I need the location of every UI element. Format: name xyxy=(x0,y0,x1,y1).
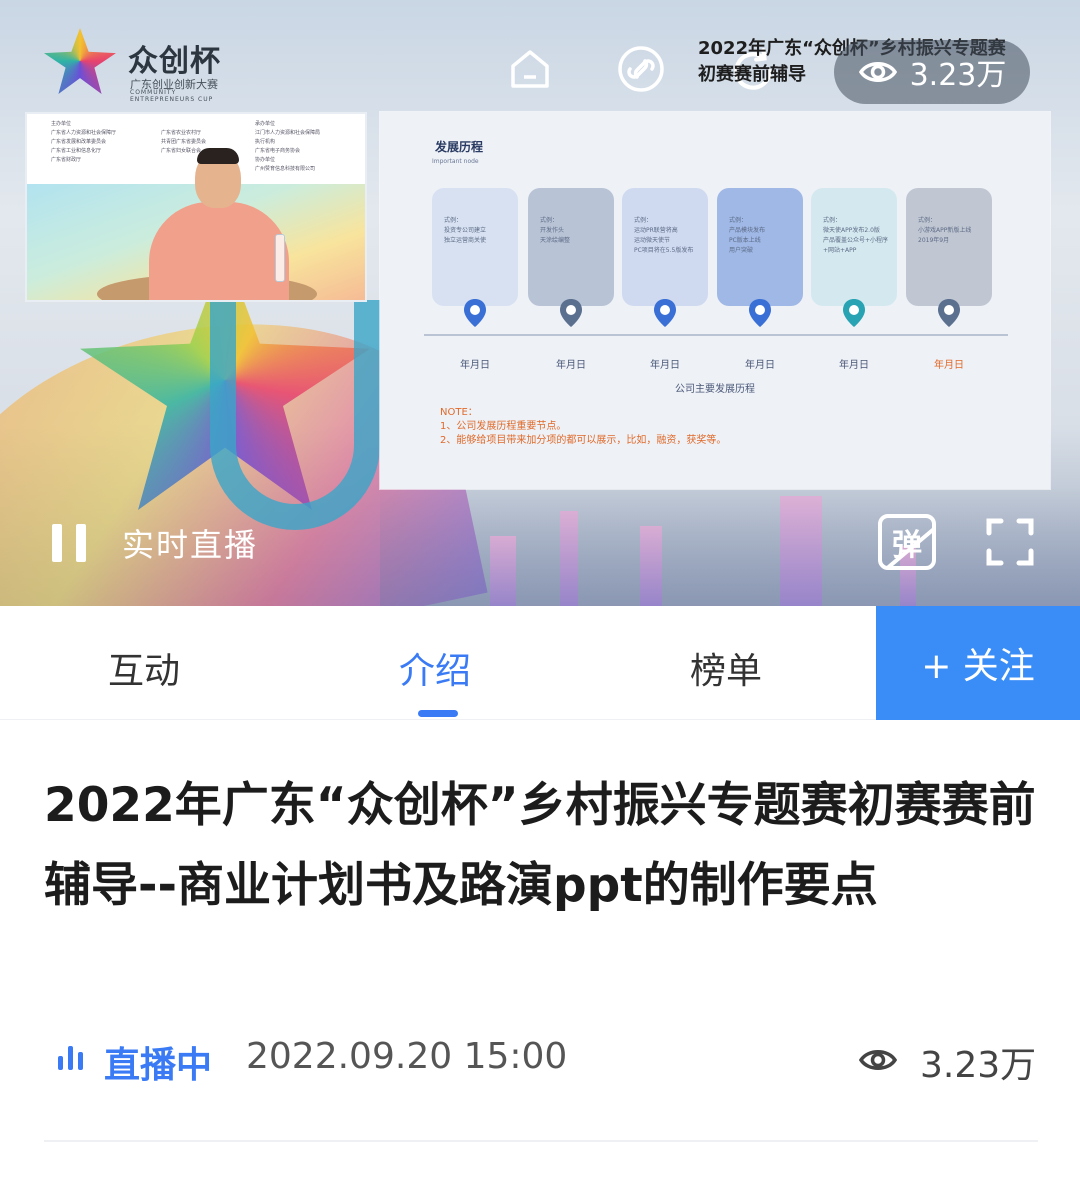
divider xyxy=(44,1140,1038,1142)
event-logo: 众创杯 广东创业创新大赛 COMMUNITY ENTREPRENEURS CUP xyxy=(40,22,240,103)
organizer-line: 共青团广东省委员会 xyxy=(161,139,207,145)
slide-title: 发展历程 xyxy=(435,140,484,154)
organizer-line: 广东省农业农村厅 xyxy=(161,130,202,136)
timeline-date: 年月日 xyxy=(650,360,680,371)
danmu-off-icon[interactable]: 弹 xyxy=(878,514,936,570)
location-pin-icon xyxy=(748,298,772,328)
location-pin-icon xyxy=(842,298,866,328)
timeline-card: 式例： 运动PR联营将高 运动微天使节 PC项目将在5.5版发布 xyxy=(622,188,708,306)
stream-meta: 直播中 2022.09.20 15:00 3.23万 xyxy=(48,1036,1038,1086)
note-line: 2、能够给项目带来加分项的都可以展示，比如，融资，获奖等。 xyxy=(440,435,727,446)
presentation-slide: 发展历程 Important node 式例： 投资专公司建立 独立运营商关使年月日… xyxy=(380,112,1050,489)
tab-ranking[interactable]: 榜单 xyxy=(690,642,762,694)
tab-bar: 互动 介绍 榜单 + 关注 xyxy=(0,606,1080,720)
timeline-date: 年月日 xyxy=(460,360,490,371)
timeline-card-text: 式例： 开发作头 天涂绘编整 xyxy=(540,217,571,244)
slide-subtitle: Important node xyxy=(432,158,479,165)
slide-caption: 公司主要发展历程 xyxy=(675,384,755,395)
organizer-column-1: 主办单位 广东省人力资源和社会保障厅 广东省发展和改革委员会 广东省工业和信息化… xyxy=(51,120,116,165)
location-pin-icon xyxy=(463,298,487,328)
organizer-column-3: 承办单位 江门市人力资源和社会保障局 执行机构 广东省电子商务协会 协办单位 广… xyxy=(255,120,320,174)
active-tab-indicator xyxy=(418,710,458,717)
timeline-date: 年月日 xyxy=(556,360,586,371)
start-time: 2022.09.20 15:00 xyxy=(246,1036,568,1077)
logo-name: 众创杯 xyxy=(128,44,221,79)
city-skyline xyxy=(380,486,1080,606)
organizer-heading: 执行机构 xyxy=(255,139,276,145)
live-status-label: 实时直播 xyxy=(122,526,259,564)
location-pin-icon xyxy=(559,298,583,328)
timeline-card: 式例： 产品模块发布 PC版本上线 用户突破 xyxy=(717,188,803,306)
organizer-line: 广东省人力资源和社会保障厅 xyxy=(51,130,117,136)
timeline-card-text: 式例： 小游戏APP新版上线 2019年9月 xyxy=(918,217,972,244)
video-player[interactable]: 众创杯 广东创业创新大赛 COMMUNITY ENTREPRENEURS CUP… xyxy=(0,0,1080,606)
fullscreen-icon[interactable] xyxy=(985,517,1035,567)
follow-button[interactable]: + 关注 xyxy=(876,606,1080,720)
live-status-badge: 直播中 xyxy=(104,1045,213,1086)
location-pin-icon xyxy=(937,298,961,328)
organizer-line: 广东省财政厅 xyxy=(51,157,82,163)
view-count: 3.23万 xyxy=(909,58,1007,93)
timeline-card-text: 式例： 产品模块发布 PC版本上线 用户突破 xyxy=(729,217,766,254)
slide-note: NOTE： 1、公司发展历程重要节点。 2、能够给项目带来加分项的都可以展示，比… xyxy=(440,406,726,448)
organizer-heading: 主办单位 xyxy=(51,121,72,127)
timeline-card: 式例： 小游戏APP新版上线 2019年9月 xyxy=(906,188,992,306)
organizer-line: 广东省发展和改革委员会 xyxy=(51,139,107,145)
organizer-line: 广东省工业和信息化厅 xyxy=(51,148,102,154)
skyline-tower xyxy=(560,511,578,606)
skyline-tower xyxy=(490,536,516,606)
home-icon[interactable] xyxy=(505,44,555,94)
pause-icon[interactable] xyxy=(50,524,88,562)
view-count-pill: 3.23万 xyxy=(834,40,1030,104)
timeline-card: 式例： 开发作头 天涂绘编整 xyxy=(528,188,614,306)
speaker-camera-inset: 主办单位 广东省人力资源和社会保障厅 广东省发展和改革委员会 广东省工业和信息化… xyxy=(25,112,367,302)
organizer-line: 广州赞育信息科技有限公司 xyxy=(255,166,316,172)
share-link-icon[interactable] xyxy=(616,44,666,94)
skyline-tower xyxy=(640,526,662,606)
speaker-hair xyxy=(197,148,239,164)
eye-icon xyxy=(858,1040,898,1080)
note-heading: NOTE： xyxy=(440,407,478,418)
organizer-heading: 承办单位 xyxy=(255,121,276,127)
timeline-card-text: 式例： 运动PR联营将高 运动微天使节 PC项目将在5.5版发布 xyxy=(634,217,694,254)
timeline-card-text: 式例： 投资专公司建立 独立运营商关使 xyxy=(444,217,487,244)
water-bottle xyxy=(275,234,285,282)
timeline-line xyxy=(424,334,1008,336)
timeline-card-text: 式例： 微天使APP发布2.0版 产品覆盖公众号+小程序+网站+APP xyxy=(823,217,889,254)
stream-title: 2022年广东“众创杯”乡村振兴专题赛初赛赛前辅导--商业计划书及路演ppt的制… xyxy=(44,778,1036,913)
logo-subtitle-en: COMMUNITY ENTREPRENEURS CUP xyxy=(130,89,214,103)
organizer-heading: 协办单位 xyxy=(255,157,276,163)
tab-interaction[interactable]: 互动 xyxy=(108,642,180,694)
eye-icon xyxy=(858,62,897,82)
tab-introduction[interactable]: 介绍 xyxy=(399,642,471,694)
background-u-graphic xyxy=(210,300,380,530)
timeline-date: 年月日 xyxy=(745,360,775,371)
note-line: 1、公司发展历程重要节点。 xyxy=(440,421,567,432)
organizer-line: 江门市人力资源和社会保障局 xyxy=(255,130,321,136)
danmu-label: 弹 xyxy=(892,528,922,563)
skyline-tower xyxy=(780,496,822,606)
organizer-line: 广东省电子商务协会 xyxy=(255,148,301,154)
timeline-card: 式例： 投资专公司建立 独立运营商关使 xyxy=(432,188,518,306)
location-pin-icon xyxy=(653,298,677,328)
timeline-card: 式例： 微天使APP发布2.0版 产品覆盖公众号+小程序+网站+APP xyxy=(811,188,897,306)
live-bars-icon xyxy=(56,1044,86,1074)
star-logo-icon xyxy=(44,28,116,94)
view-count: 3.23万 xyxy=(920,1045,1037,1086)
speaker-body xyxy=(149,202,289,300)
timeline-date: 年月日 xyxy=(839,360,869,371)
timeline-date: 年月日 xyxy=(934,360,964,371)
